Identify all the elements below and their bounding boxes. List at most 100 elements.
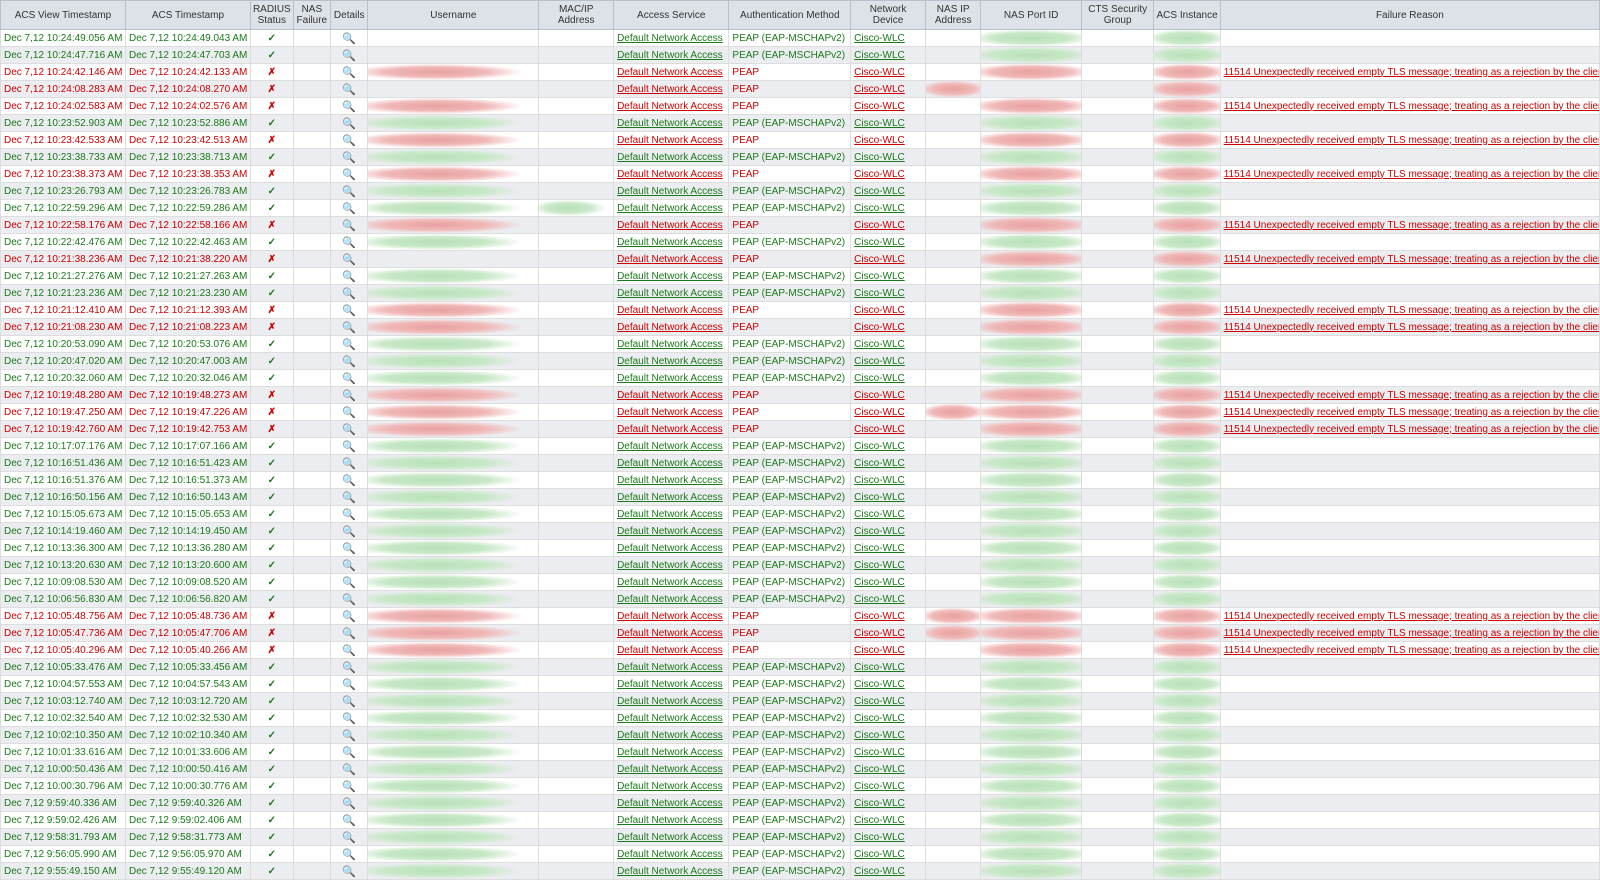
network-device-link[interactable]: Cisco-WLC (854, 322, 905, 333)
table-row[interactable]: Dec 7,12 10:13:20.630 AMDec 7,12 10:13:2… (1, 557, 1600, 574)
access-service-link[interactable]: Default Network Access (617, 373, 723, 384)
col-acs-instance[interactable]: ACS Instance (1154, 1, 1220, 30)
col-nas-port[interactable]: NAS Port ID (981, 1, 1081, 30)
details-icon[interactable]: 🔍 (331, 540, 368, 557)
access-service-link[interactable]: Default Network Access (617, 271, 723, 282)
failure-reason-link[interactable]: 11514 Unexpectedly received empty TLS me… (1224, 322, 1600, 333)
details-icon[interactable]: 🔍 (331, 489, 368, 506)
col-nas-failure[interactable]: NAS Failure (293, 1, 330, 30)
table-row[interactable]: Dec 7,12 9:55:49.150 AMDec 7,12 9:55:49.… (1, 863, 1600, 880)
table-row[interactable]: Dec 7,12 10:17:07.176 AMDec 7,12 10:17:0… (1, 438, 1600, 455)
table-row[interactable]: Dec 7,12 10:05:47.736 AMDec 7,12 10:05:4… (1, 625, 1600, 642)
access-service-link[interactable]: Default Network Access (617, 288, 723, 299)
network-device-link[interactable]: Cisco-WLC (854, 220, 905, 231)
table-row[interactable]: Dec 7,12 10:05:40.296 AMDec 7,12 10:05:4… (1, 642, 1600, 659)
access-service-link[interactable]: Default Network Access (617, 662, 723, 673)
access-service-link[interactable]: Default Network Access (617, 50, 723, 61)
details-icon[interactable]: 🔍 (331, 285, 368, 302)
access-service-link[interactable]: Default Network Access (617, 67, 723, 78)
network-device-link[interactable]: Cisco-WLC (854, 832, 905, 843)
details-icon[interactable]: 🔍 (331, 115, 368, 132)
access-service-link[interactable]: Default Network Access (617, 781, 723, 792)
details-icon[interactable]: 🔍 (331, 523, 368, 540)
table-row[interactable]: Dec 7,12 10:22:42.476 AMDec 7,12 10:22:4… (1, 234, 1600, 251)
table-row[interactable]: Dec 7,12 10:24:02.583 AMDec 7,12 10:24:0… (1, 98, 1600, 115)
access-service-link[interactable]: Default Network Access (617, 560, 723, 571)
failure-reason-link[interactable]: 11514 Unexpectedly received empty TLS me… (1224, 101, 1600, 112)
details-icon[interactable]: 🔍 (331, 421, 368, 438)
network-device-link[interactable]: Cisco-WLC (854, 730, 905, 741)
table-row[interactable]: Dec 7,12 10:02:32.540 AMDec 7,12 10:02:3… (1, 710, 1600, 727)
access-service-link[interactable]: Default Network Access (617, 628, 723, 639)
network-device-link[interactable]: Cisco-WLC (854, 492, 905, 503)
network-device-link[interactable]: Cisco-WLC (854, 577, 905, 588)
failure-reason-link[interactable]: 11514 Unexpectedly received empty TLS me… (1224, 390, 1600, 401)
network-device-link[interactable]: Cisco-WLC (854, 781, 905, 792)
network-device-link[interactable]: Cisco-WLC (854, 169, 905, 180)
failure-reason-link[interactable]: 11514 Unexpectedly received empty TLS me… (1224, 254, 1600, 265)
failure-reason-link[interactable]: 11514 Unexpectedly received empty TLS me… (1224, 135, 1600, 146)
col-username[interactable]: Username (368, 1, 539, 30)
network-device-link[interactable]: Cisco-WLC (854, 475, 905, 486)
failure-reason-link[interactable]: 11514 Unexpectedly received empty TLS me… (1224, 305, 1600, 316)
access-service-link[interactable]: Default Network Access (617, 866, 723, 877)
failure-reason-link[interactable]: 11514 Unexpectedly received empty TLS me… (1224, 220, 1600, 231)
access-service-link[interactable]: Default Network Access (617, 713, 723, 724)
network-device-link[interactable]: Cisco-WLC (854, 67, 905, 78)
access-service-link[interactable]: Default Network Access (617, 543, 723, 554)
access-service-link[interactable]: Default Network Access (617, 390, 723, 401)
table-row[interactable]: Dec 7,12 9:56:05.990 AMDec 7,12 9:56:05.… (1, 846, 1600, 863)
col-mac-ip[interactable]: MAC/IP Address (539, 1, 614, 30)
details-icon[interactable]: 🔍 (331, 404, 368, 421)
details-icon[interactable]: 🔍 (331, 693, 368, 710)
network-device-link[interactable]: Cisco-WLC (854, 203, 905, 214)
details-icon[interactable]: 🔍 (331, 455, 368, 472)
table-row[interactable]: Dec 7,12 10:03:12.740 AMDec 7,12 10:03:1… (1, 693, 1600, 710)
access-service-link[interactable]: Default Network Access (617, 798, 723, 809)
details-icon[interactable]: 🔍 (331, 370, 368, 387)
network-device-link[interactable]: Cisco-WLC (854, 84, 905, 95)
table-row[interactable]: Dec 7,12 10:21:27.276 AMDec 7,12 10:21:2… (1, 268, 1600, 285)
table-row[interactable]: Dec 7,12 10:23:26.793 AMDec 7,12 10:23:2… (1, 183, 1600, 200)
access-service-link[interactable]: Default Network Access (617, 220, 723, 231)
access-service-link[interactable]: Default Network Access (617, 407, 723, 418)
network-device-link[interactable]: Cisco-WLC (854, 101, 905, 112)
details-icon[interactable]: 🔍 (331, 81, 368, 98)
access-service-link[interactable]: Default Network Access (617, 169, 723, 180)
network-device-link[interactable]: Cisco-WLC (854, 118, 905, 129)
col-cts-group[interactable]: CTS Security Group (1081, 1, 1154, 30)
table-row[interactable]: Dec 7,12 10:19:47.250 AMDec 7,12 10:19:4… (1, 404, 1600, 421)
access-service-link[interactable]: Default Network Access (617, 305, 723, 316)
access-service-link[interactable]: Default Network Access (617, 237, 723, 248)
table-row[interactable]: Dec 7,12 10:21:38.236 AMDec 7,12 10:21:3… (1, 251, 1600, 268)
network-device-link[interactable]: Cisco-WLC (854, 407, 905, 418)
access-service-link[interactable]: Default Network Access (617, 747, 723, 758)
table-row[interactable]: Dec 7,12 10:19:48.280 AMDec 7,12 10:19:4… (1, 387, 1600, 404)
network-device-link[interactable]: Cisco-WLC (854, 186, 905, 197)
access-service-link[interactable]: Default Network Access (617, 611, 723, 622)
table-row[interactable]: Dec 7,12 10:22:59.296 AMDec 7,12 10:22:5… (1, 200, 1600, 217)
network-device-link[interactable]: Cisco-WLC (854, 764, 905, 775)
access-service-link[interactable]: Default Network Access (617, 356, 723, 367)
access-service-link[interactable]: Default Network Access (617, 815, 723, 826)
details-icon[interactable]: 🔍 (331, 676, 368, 693)
network-device-link[interactable]: Cisco-WLC (854, 611, 905, 622)
access-service-link[interactable]: Default Network Access (617, 339, 723, 350)
details-icon[interactable]: 🔍 (331, 591, 368, 608)
network-device-link[interactable]: Cisco-WLC (854, 594, 905, 605)
network-device-link[interactable]: Cisco-WLC (854, 662, 905, 673)
table-row[interactable]: Dec 7,12 10:00:50.436 AMDec 7,12 10:00:5… (1, 761, 1600, 778)
access-service-link[interactable]: Default Network Access (617, 441, 723, 452)
col-access-service[interactable]: Access Service (614, 1, 729, 30)
table-row[interactable]: Dec 7,12 9:58:31.793 AMDec 7,12 9:58:31.… (1, 829, 1600, 846)
table-row[interactable]: Dec 7,12 10:06:56.830 AMDec 7,12 10:06:5… (1, 591, 1600, 608)
details-icon[interactable]: 🔍 (331, 387, 368, 404)
access-service-link[interactable]: Default Network Access (617, 203, 723, 214)
table-row[interactable]: Dec 7,12 10:05:48.756 AMDec 7,12 10:05:4… (1, 608, 1600, 625)
access-service-link[interactable]: Default Network Access (617, 696, 723, 707)
details-icon[interactable]: 🔍 (331, 608, 368, 625)
access-service-link[interactable]: Default Network Access (617, 764, 723, 775)
network-device-link[interactable]: Cisco-WLC (854, 373, 905, 384)
details-icon[interactable]: 🔍 (331, 761, 368, 778)
table-row[interactable]: Dec 7,12 10:02:10.350 AMDec 7,12 10:02:1… (1, 727, 1600, 744)
